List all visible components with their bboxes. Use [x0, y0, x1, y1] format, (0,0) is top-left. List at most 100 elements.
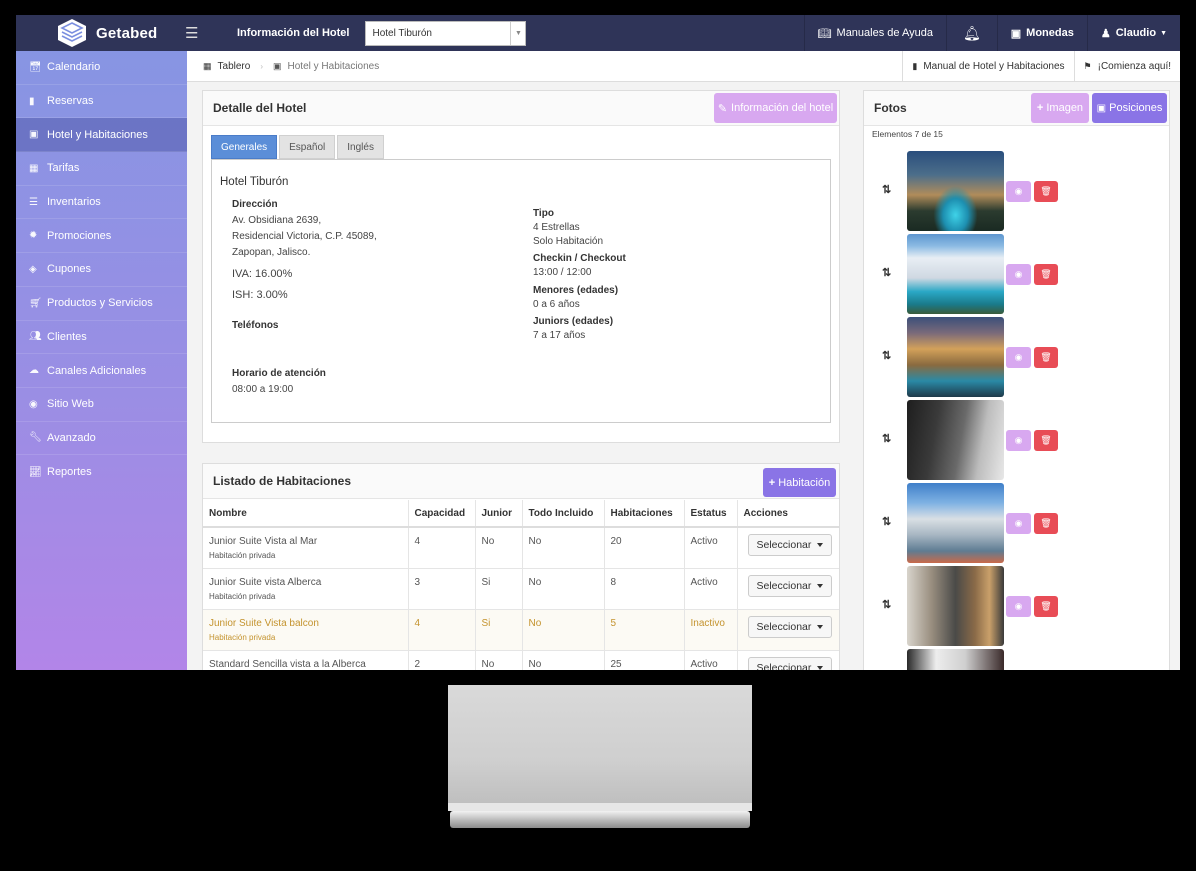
menu-toggle-icon[interactable]: ☰ — [185, 24, 205, 42]
view-photo-button[interactable]: ◉ — [1006, 264, 1031, 285]
hotel-info-button[interactable]: ✎ Información del hotel — [714, 93, 837, 123]
sidebar-item-reservas[interactable]: ▮ Reservas — [16, 85, 187, 119]
help-manuals-link[interactable]: 📖︎ Manuales de Ayuda — [803, 15, 946, 51]
view-photo-button[interactable]: ◉ — [1006, 181, 1031, 202]
sidebar-item-avanzado[interactable]: 🔧︎ Avanzado — [16, 422, 187, 456]
sidebar-item-sitio-web[interactable]: ◉ Sitio Web — [16, 388, 187, 422]
phones-label: Teléfonos — [232, 320, 279, 331]
capacity-cell: 2 — [408, 650, 476, 670]
sidebar-item-calendario[interactable]: 📅︎ Calendario — [16, 51, 187, 85]
book-icon: ▮ — [29, 95, 35, 107]
currency-menu[interactable]: ▣ Monedas — [996, 15, 1087, 51]
view-photo-button[interactable]: ◉ — [1006, 596, 1031, 617]
room-name[interactable]: Junior Suite Vista balcon — [209, 618, 319, 629]
sidebar-item-label: Calendario — [47, 61, 101, 74]
sidebar-item-label: Tarifas — [47, 162, 80, 175]
minors-value: 0 a 6 años — [533, 299, 580, 310]
delete-photo-button[interactable]: 🗑︎ — [1034, 264, 1058, 285]
hotel-photo-pool-night[interactable] — [907, 151, 1004, 231]
column-header[interactable]: Nombre — [203, 500, 409, 528]
hours-label: Horario de atención — [232, 368, 326, 379]
room-name[interactable]: Standard Sencilla vista a la Alberca — [209, 659, 366, 670]
room-name[interactable]: Junior Suite vista Alberca — [209, 577, 321, 588]
sidebar-item-inventarios[interactable]: ☰ Inventarios — [16, 186, 187, 220]
flag-icon: ⚑ — [1083, 60, 1092, 71]
rooms-count-cell: 25 — [604, 650, 685, 670]
type-plan: Solo Habitación — [533, 236, 604, 247]
hotel-photo-tower[interactable] — [907, 234, 1004, 314]
notifications-bell[interactable]: 🔔︎ — [945, 15, 997, 51]
tab-espanol[interactable]: Español — [279, 135, 336, 159]
column-header[interactable]: Acciones — [737, 500, 839, 528]
manual-link[interactable]: ▮ Manual de Hotel y Habitaciones — [902, 50, 1073, 82]
tab-generales[interactable]: Generales — [211, 135, 278, 159]
hotel-photo-sunbeds[interactable] — [907, 483, 1004, 563]
sort-handle-icon[interactable]: ⇅ — [882, 432, 891, 445]
rooms-count-cell: 5 — [604, 609, 685, 651]
actions-cell: Seleccionar — [737, 568, 839, 610]
column-header[interactable]: Capacidad — [408, 500, 476, 528]
hotel-photo-facade-dusk[interactable] — [907, 317, 1004, 397]
eye-icon: ◉ — [1014, 269, 1023, 279]
checkin-label: Checkin / Checkout — [533, 253, 626, 264]
all-inclusive-cell: No — [522, 609, 605, 651]
photo-item: ⇅ ◉ 🗑︎ — [864, 317, 1169, 397]
hotel-photo-lobby[interactable] — [907, 649, 1004, 670]
breadcrumb-current-label: Hotel y Habitaciones — [287, 60, 380, 72]
view-photo-button[interactable]: ◉ — [1006, 513, 1031, 534]
delete-photo-button[interactable]: 🗑︎ — [1034, 347, 1058, 368]
hotel-photo-restaurant[interactable] — [907, 400, 1004, 480]
trash-icon: 🗑︎ — [1040, 435, 1052, 445]
view-photo-button[interactable]: ◉ — [1006, 347, 1031, 368]
add-room-button[interactable]: + Habitación — [763, 468, 836, 497]
delete-photo-button[interactable]: 🗑︎ — [1034, 513, 1058, 534]
delete-photo-button[interactable]: 🗑︎ — [1034, 596, 1058, 617]
add-room-button-label: Habitación — [778, 476, 831, 489]
column-header[interactable]: Junior — [475, 500, 523, 528]
hotel-name: Hotel Tiburón — [220, 176, 289, 188]
sidebar-item-cupones[interactable]: ◈ Cupones — [16, 253, 187, 287]
junior-cell: Si — [475, 568, 523, 610]
sort-handle-icon[interactable]: ⇅ — [882, 349, 891, 362]
user-menu[interactable]: ♟ Claudio ▼ — [1086, 15, 1180, 51]
sort-handle-icon[interactable]: ⇅ — [882, 515, 891, 528]
select-action-button[interactable]: Seleccionar — [747, 534, 833, 556]
caret-down-icon — [817, 583, 824, 588]
column-header[interactable]: Habitaciones — [604, 500, 685, 528]
hotel-photo-bar[interactable] — [907, 566, 1004, 646]
sort-handle-icon[interactable]: ⇅ — [882, 266, 891, 279]
sidebar-item-clientes[interactable]: 👥︎ Clientes — [16, 321, 187, 355]
breadcrumb-home-label: Tablero — [217, 60, 251, 72]
all-inclusive-cell: No — [522, 527, 605, 569]
delete-photo-button[interactable]: 🗑︎ — [1034, 181, 1058, 202]
sort-handle-icon[interactable]: ⇅ — [882, 183, 891, 196]
select-action-button[interactable]: Seleccionar — [747, 656, 833, 670]
add-image-button[interactable]: + Imagen — [1031, 93, 1089, 123]
column-header[interactable]: Estatus — [684, 500, 738, 528]
select-action-button[interactable]: Seleccionar — [747, 615, 833, 638]
hours-value: 08:00 a 19:00 — [232, 384, 294, 395]
sort-handle-icon[interactable]: ⇅ — [882, 598, 891, 611]
junior-cell: Si — [475, 609, 523, 651]
positions-button[interactable]: ▣ Posiciones — [1092, 93, 1167, 123]
room-name-cell: Standard Sencilla vista a la Alberca — [203, 650, 409, 670]
view-photo-button[interactable]: ◉ — [1006, 430, 1031, 451]
delete-photo-button[interactable]: 🗑︎ — [1034, 430, 1058, 451]
tab-ingles[interactable]: Inglés — [337, 135, 384, 159]
column-header[interactable]: Todo Incluido — [522, 500, 605, 528]
sidebar-item-reportes[interactable]: 📈︎ Reportes — [16, 455, 187, 489]
all-inclusive-cell: No — [522, 568, 605, 610]
sidebar-item-productos[interactable]: 🛒︎ Productos y Servicios — [16, 287, 187, 321]
start-here-link[interactable]: ⚑ ¡Comienza aquí! — [1073, 50, 1180, 82]
room-name[interactable]: Junior Suite Vista al Mar — [209, 536, 317, 547]
sidebar-item-tarifas[interactable]: ▦ Tarifas — [16, 152, 187, 186]
room-type: Habitación privada — [209, 591, 276, 601]
hotel-select[interactable]: Hotel Tiburón ▼ — [365, 20, 527, 46]
sidebar-item-canales[interactable]: ☁ Canales Adicionales — [16, 354, 187, 388]
trash-icon: 🗑︎ — [1040, 601, 1052, 611]
sidebar-item-hotel[interactable]: ▣ Hotel y Habitaciones — [16, 118, 187, 153]
brand[interactable]: Getabed — [16, 15, 187, 51]
select-action-button[interactable]: Seleccionar — [747, 574, 833, 597]
breadcrumb-home[interactable]: ▦ Tablero — [203, 61, 250, 72]
sidebar-item-promociones[interactable]: ✹ Promociones — [16, 219, 187, 254]
